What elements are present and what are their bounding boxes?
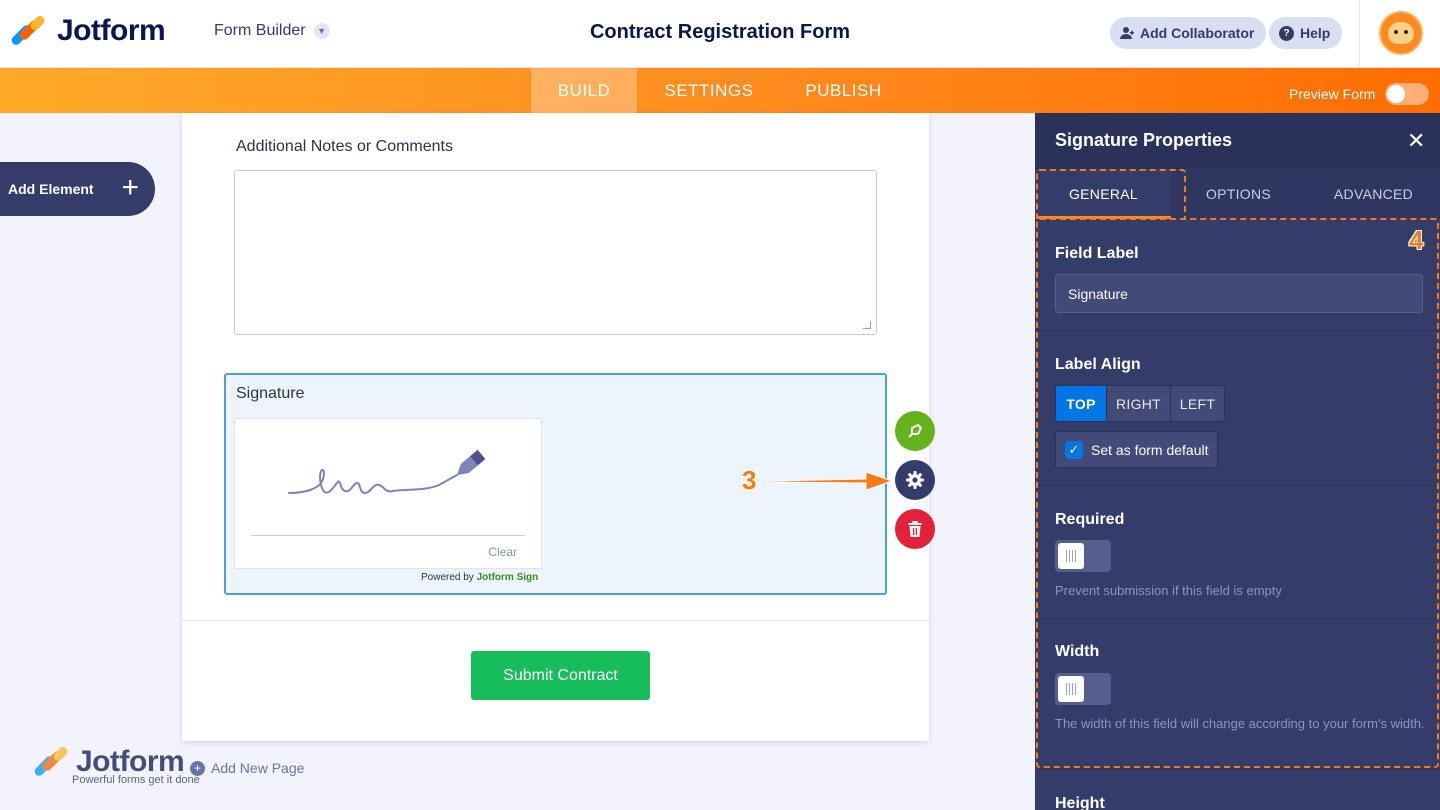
close-icon[interactable]: ✕ xyxy=(1407,130,1425,152)
add-new-page-button[interactable]: + Add New Page xyxy=(190,760,304,776)
annotation-step-4: 4 xyxy=(1409,225,1424,255)
panel-tab-options[interactable]: OPTIONS xyxy=(1171,169,1306,219)
annotation-highlight-tab xyxy=(1036,169,1186,220)
annotation-arrow-icon xyxy=(767,471,894,491)
annotation-highlight-panel xyxy=(1036,218,1439,768)
form-divider xyxy=(182,620,929,621)
add-new-page-label: Add New Page xyxy=(211,760,305,776)
question-icon: ? xyxy=(1279,25,1294,41)
logo-text: Jotform xyxy=(57,14,166,47)
plus-icon: + xyxy=(121,171,139,204)
powered-by-text: Powered by Jotform Sign xyxy=(421,572,538,583)
annotation-step-3: 3 xyxy=(742,465,757,495)
chevron-down-icon: ▼ xyxy=(313,23,330,39)
tab-build[interactable]: BUILD xyxy=(531,68,637,113)
footer-logo-icon xyxy=(32,745,70,778)
preview-form-control: Preview Form xyxy=(1289,83,1430,105)
avatar-face-icon xyxy=(1388,22,1414,44)
add-element-button[interactable]: Add Element + xyxy=(0,162,155,216)
submit-contract-button[interactable]: Submit Contract xyxy=(471,651,650,700)
powered-prefix: Powered by xyxy=(421,572,474,583)
signature-pad[interactable]: Clear xyxy=(234,418,542,569)
notes-field-label: Additional Notes or Comments xyxy=(236,138,453,155)
user-plus-icon xyxy=(1120,27,1134,39)
add-collaborator-label: Add Collaborator xyxy=(1140,25,1255,41)
resize-handle-icon[interactable] xyxy=(863,321,871,329)
help-label: Help xyxy=(1300,25,1331,41)
field-properties-button[interactable] xyxy=(895,460,935,500)
tab-publish[interactable]: PUBLISH xyxy=(786,68,901,113)
notes-textarea[interactable] xyxy=(234,170,877,335)
trash-icon xyxy=(908,521,922,537)
pen-nib-icon xyxy=(908,424,922,438)
form-builder-menu[interactable]: Form Builder ▼ xyxy=(214,22,330,40)
preview-form-label: Preview Form xyxy=(1289,86,1376,102)
clear-signature-link[interactable]: Clear xyxy=(488,545,517,559)
builder-navbar: BUILD SETTINGS PUBLISH Preview Form xyxy=(0,68,1440,113)
signature-wizard-button[interactable] xyxy=(895,411,935,451)
add-element-label: Add Element xyxy=(8,181,94,197)
footer-tagline: Powerful forms get it done xyxy=(72,774,200,786)
height-title: Height xyxy=(1055,795,1105,810)
user-avatar[interactable] xyxy=(1379,11,1423,55)
signature-field-label: Signature xyxy=(236,385,305,402)
panel-tab-advanced[interactable]: ADVANCED xyxy=(1307,169,1440,219)
preview-form-toggle[interactable] xyxy=(1385,83,1430,105)
form-builder-label: Form Builder xyxy=(214,22,306,39)
tab-settings[interactable]: SETTINGS xyxy=(644,68,774,113)
top-header: Jotform Form Builder ▼ Contract Registra… xyxy=(0,0,1440,68)
signature-baseline xyxy=(251,535,525,536)
gear-icon xyxy=(906,471,924,489)
plus-circle-icon: + xyxy=(190,760,205,776)
signature-pen-icon xyxy=(288,449,486,495)
help-button[interactable]: ? Help xyxy=(1269,17,1343,49)
jotform-logo-icon xyxy=(9,14,47,47)
jotform-logo[interactable]: Jotform xyxy=(9,14,166,48)
header-divider xyxy=(1359,0,1360,68)
delete-field-button[interactable] xyxy=(895,509,935,549)
add-collaborator-button[interactable]: Add Collaborator xyxy=(1110,17,1267,49)
powered-brand-link[interactable]: Jotform Sign xyxy=(477,572,539,583)
properties-panel-title: Signature Properties xyxy=(1055,130,1233,150)
